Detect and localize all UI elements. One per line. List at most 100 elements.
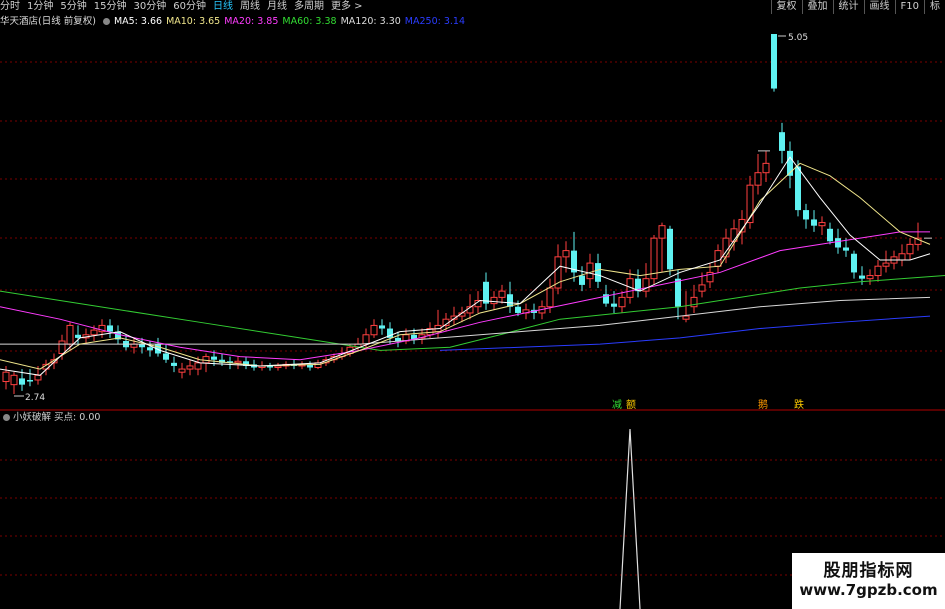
- ma10-line: [0, 162, 931, 370]
- period-tab[interactable]: 周线: [240, 0, 260, 14]
- candle-body: [562, 250, 570, 258]
- candle-body: [675, 278, 681, 307]
- period-tab[interactable]: 分时: [0, 0, 20, 14]
- candle-body: [835, 238, 841, 248]
- period-tabs: 分时 1分钟 5分钟 15分钟 30分钟 60分钟 日线 周线 月线 多周期 更多 >: [0, 0, 370, 14]
- indicator-name: 小妖破解: [13, 412, 52, 423]
- indicator-value: 买点: 0.00: [54, 412, 101, 423]
- candle-body: [866, 275, 874, 280]
- candle-body: [498, 290, 506, 298]
- ma-label: MA10: 3.65: [166, 16, 221, 27]
- candle-body: [370, 324, 378, 336]
- candle-body: [851, 253, 857, 273]
- candle-body: [762, 162, 770, 174]
- candle-body: [234, 360, 242, 364]
- candle-body: [618, 296, 626, 308]
- candle-body: [898, 253, 906, 261]
- period-tab[interactable]: 月线: [267, 0, 287, 14]
- tool-button[interactable]: 画线: [863, 0, 895, 14]
- candle-body: [34, 374, 42, 381]
- watermark-title: 股朋指标网: [823, 561, 914, 581]
- tool-button[interactable]: F10: [894, 0, 924, 14]
- candle-body: [2, 371, 10, 383]
- candle-body: [682, 315, 690, 320]
- right-tool-buttons: 复权 叠加 统计 画线 F10 标: [770, 0, 945, 14]
- candle-body: [362, 334, 370, 345]
- candle-body: [658, 225, 666, 239]
- ma-label: MA20: 3.85: [224, 16, 279, 27]
- watermark-url: www.7gpzb.com: [799, 581, 938, 599]
- candle-body: [779, 132, 785, 151]
- candle-body: [811, 219, 817, 226]
- kline-chart[interactable]: 5.05 2.74 减额 鹅 跌: [0, 28, 945, 411]
- candle-body: [771, 34, 777, 89]
- stock-title: 华天酒店(日线 前复权): [0, 16, 96, 27]
- period-tab[interactable]: 60分钟: [173, 0, 206, 14]
- candle-body: [490, 296, 498, 305]
- candle-body: [754, 172, 762, 186]
- candle-body: [66, 324, 74, 345]
- ma120-line: [0, 296, 931, 345]
- period-tab[interactable]: 1分钟: [27, 0, 53, 14]
- settings-dot-icon[interactable]: [102, 18, 110, 25]
- signal-label: 减: [612, 399, 622, 411]
- candle-body: [186, 365, 194, 370]
- tool-button[interactable]: 统计: [832, 0, 864, 14]
- candle-body: [595, 263, 601, 282]
- ma-label: MA250: 3.14: [404, 16, 465, 27]
- candle-body: [58, 340, 66, 354]
- candle-body: [843, 247, 849, 251]
- low-price-label: 2.74: [25, 393, 45, 403]
- candle-body: [803, 210, 809, 220]
- period-tab[interactable]: 5分钟: [60, 0, 86, 14]
- tool-button[interactable]: 叠加: [801, 0, 833, 14]
- period-tab[interactable]: 30分钟: [133, 0, 166, 14]
- candle-body: [178, 368, 186, 373]
- candle-body: [379, 325, 385, 329]
- ma-label: MA120: 3.30: [340, 16, 401, 27]
- candle-body: [211, 356, 217, 360]
- candle-body: [10, 374, 18, 386]
- ma-label: MA5: 3.66: [113, 16, 163, 27]
- candle-body: [147, 347, 153, 351]
- candle-body: [171, 362, 177, 366]
- ma-info-bar: 华天酒店(日线 前复权) MA5: 3.66 MA10: 3.65 MA20: 3.8…: [0, 15, 473, 29]
- watermark: 股朋指标网 www.7gpzb.com: [792, 553, 945, 609]
- candle-body: [698, 284, 706, 292]
- tool-button[interactable]: 复权: [770, 0, 802, 14]
- candle-body: [515, 306, 521, 313]
- signal-label: 鹅: [758, 398, 768, 411]
- high-price-label: 5.05: [788, 33, 808, 43]
- ma250-line: [439, 315, 931, 351]
- candle-body: [107, 325, 113, 332]
- candle-body: [611, 303, 617, 307]
- candle-body: [507, 294, 513, 307]
- signal-label: 额: [626, 398, 636, 411]
- candle-body: [194, 362, 202, 370]
- candle-body: [859, 275, 865, 279]
- signal-label: 跌: [794, 398, 804, 411]
- candle-body: [19, 378, 25, 385]
- period-tab[interactable]: 多周期: [294, 0, 324, 14]
- tool-button[interactable]: 标: [924, 0, 945, 14]
- candle-body: [27, 379, 33, 382]
- candle-body: [818, 222, 826, 227]
- period-tab[interactable]: 日线: [213, 0, 233, 14]
- candle-body: [546, 287, 554, 308]
- candle-body: [586, 262, 594, 280]
- indicator-info-bar: 小妖破解 买点: 0.00: [0, 411, 100, 425]
- ma-label: MA60: 3.38: [282, 16, 337, 27]
- candle-body: [882, 262, 890, 267]
- candle-body: [795, 166, 801, 211]
- candle-body: [827, 228, 833, 242]
- buy-signal-spike: [619, 428, 641, 609]
- indicator-settings-icon[interactable]: [3, 414, 10, 421]
- candle-body: [667, 228, 673, 270]
- candle-body: [874, 265, 882, 277]
- candle-body: [90, 329, 98, 336]
- period-tab[interactable]: 更多 >: [331, 0, 363, 14]
- candle-body: [274, 365, 282, 369]
- period-tab[interactable]: 15分钟: [94, 0, 127, 14]
- period-toolbar: 分时 1分钟 5分钟 15分钟 30分钟 60分钟 日线 周线 月线 多周期 更多 > 复权 叠加 统计…: [0, 0, 945, 14]
- candle-body: [906, 243, 914, 255]
